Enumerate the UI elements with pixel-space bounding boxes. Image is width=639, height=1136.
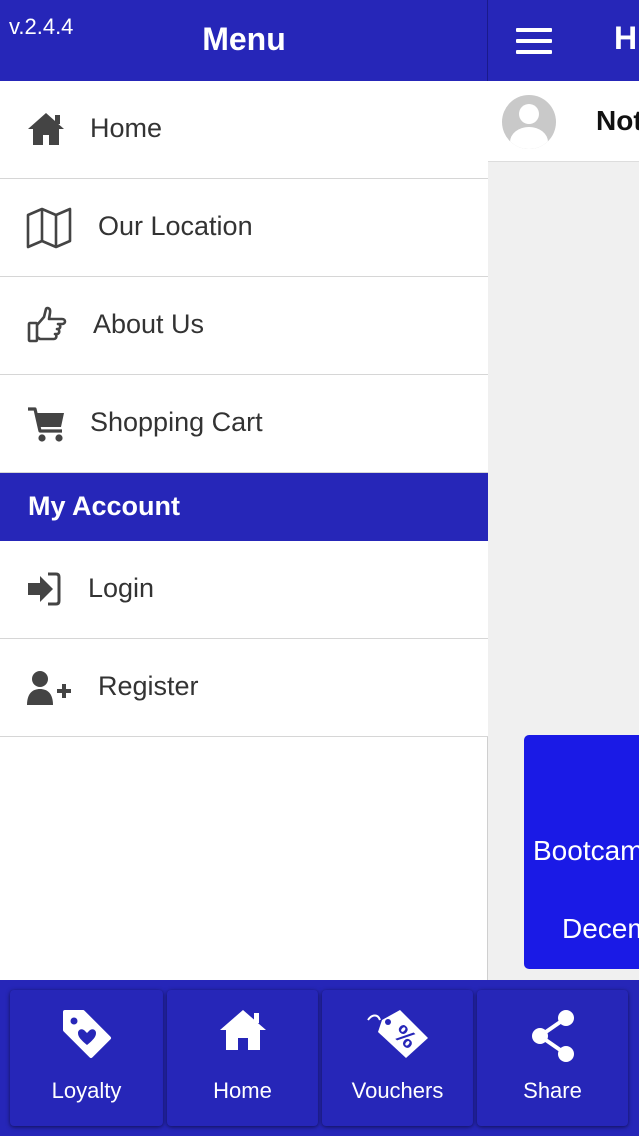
section-header-label: My Account [28, 491, 181, 521]
sign-in-icon [28, 572, 61, 606]
nav-loyalty-button[interactable]: Loyalty [10, 990, 163, 1126]
shopping-cart-icon [28, 407, 64, 442]
menu-item-shopping-cart[interactable]: Shopping Cart [0, 375, 488, 473]
heart-tag-icon [62, 1010, 111, 1058]
user-name: Not [596, 105, 639, 136]
navigation-drawer: v.2.4.4 Menu Home Our Location About Us … [0, 0, 488, 980]
menu-item-label: Our Location [98, 211, 253, 241]
drawer-title: Menu [202, 21, 286, 57]
app-root: H Not Bootcam Decem v.2.4.4 Menu Home [0, 0, 639, 1136]
home-icon [219, 1010, 266, 1050]
drawer-header: v.2.4.4 Menu [0, 0, 488, 81]
map-icon [26, 207, 72, 249]
menu-item-our-location[interactable]: Our Location [0, 179, 488, 277]
menu-item-register[interactable]: Register [0, 639, 488, 737]
nav-home-button[interactable]: Home [167, 990, 318, 1126]
percent-tag-icon: % [366, 1010, 428, 1058]
event-card[interactable]: Bootcam Decem [524, 735, 639, 969]
event-title: Bootcam [533, 835, 639, 866]
bottom-navigation: Loyalty Home % Vouchers Share [0, 980, 639, 1136]
menu-item-home[interactable]: Home [0, 81, 488, 179]
nav-label: Vouchers [351, 1078, 444, 1103]
nav-label: Home [213, 1078, 272, 1103]
menu-item-about-us[interactable]: About Us [0, 277, 488, 375]
nav-share-button[interactable]: Share [477, 990, 628, 1126]
hand-pointing-icon [27, 306, 67, 343]
hamburger-menu-icon[interactable] [514, 26, 554, 56]
user-strip[interactable]: Not [488, 81, 639, 162]
menu-list: Home Our Location About Us Shopping Cart… [0, 81, 488, 737]
event-date: Decem [562, 913, 639, 944]
menu-item-label: Home [90, 113, 163, 143]
share-icon [531, 1010, 574, 1062]
nav-label: Share [523, 1078, 582, 1103]
user-plus-icon [27, 671, 71, 705]
main-title: H [614, 20, 638, 56]
section-header-my-account: My Account [0, 473, 488, 541]
home-icon [28, 113, 64, 145]
nav-vouchers-button[interactable]: % Vouchers [322, 990, 473, 1126]
menu-item-login[interactable]: Login [0, 541, 488, 639]
avatar [502, 95, 556, 149]
menu-item-label: Login [88, 573, 155, 603]
menu-item-label: Shopping Cart [90, 407, 263, 437]
menu-item-label: About Us [93, 309, 205, 339]
menu-item-label: Register [98, 671, 199, 701]
nav-label: Loyalty [51, 1078, 122, 1103]
